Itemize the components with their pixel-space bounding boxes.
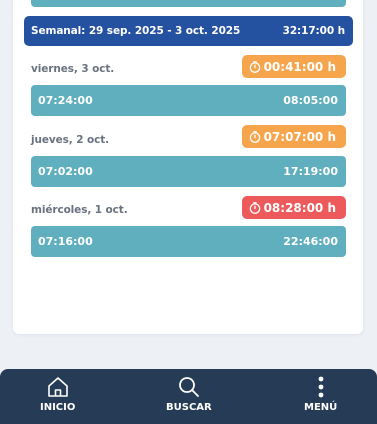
day-total-badge: 07:07:00 h: [241, 125, 346, 148]
day-label: miércoles, 1 oct.: [31, 204, 128, 216]
nav-home-label: INICIO: [40, 402, 76, 413]
home-icon: [47, 377, 68, 397]
day-total-badge: 08:28:00 h: [241, 196, 346, 219]
nav-menu-label: MENÚ: [304, 402, 338, 413]
day-total-value: 07:07:00 h: [263, 129, 336, 144]
entry-start-time: 07:16:00: [38, 235, 93, 248]
time-entry-bar[interactable]: 07:16:00 22:46:00: [31, 226, 346, 257]
bottom-navigation: INICIO BUSCAR MENÚ: [0, 369, 377, 424]
previous-entry-bar[interactable]: [31, 0, 346, 7]
nav-search-label: BUSCAR: [166, 402, 212, 413]
weekly-summary-bar[interactable]: Semanal: 29 sep. 2025 - 3 oct. 2025 32:1…: [24, 16, 353, 46]
timer-icon: [249, 60, 260, 73]
day-label: viernes, 3 oct.: [31, 63, 115, 75]
nav-search[interactable]: BUSCAR: [166, 375, 212, 413]
time-entry-bar[interactable]: 07:24:00 08:05:00: [31, 85, 346, 116]
time-entry-bar[interactable]: 07:02:00 17:19:00: [31, 156, 346, 187]
entry-end-time: 08:05:00: [283, 94, 338, 107]
more-vertical-icon: [318, 376, 324, 398]
weekly-range-label: Semanal: 29 sep. 2025 - 3 oct. 2025: [31, 25, 241, 37]
entry-start-time: 07:02:00: [38, 165, 93, 178]
entry-end-time: 17:19:00: [283, 165, 338, 178]
entry-end-time: 22:46:00: [283, 235, 338, 248]
day-total-value: 08:28:00 h: [263, 200, 336, 215]
nav-home[interactable]: INICIO: [40, 375, 75, 413]
day-total-value: 00:41:00 h: [263, 59, 336, 74]
nav-menu[interactable]: MENÚ: [304, 375, 337, 413]
timer-icon: [249, 201, 260, 214]
entry-start-time: 07:24:00: [38, 94, 93, 107]
timer-icon: [249, 130, 260, 143]
weekly-total: 32:17:00 h: [282, 25, 345, 37]
day-total-badge: 00:41:00 h: [241, 55, 346, 78]
search-icon: [178, 377, 199, 397]
day-label: jueves, 2 oct.: [31, 134, 110, 146]
